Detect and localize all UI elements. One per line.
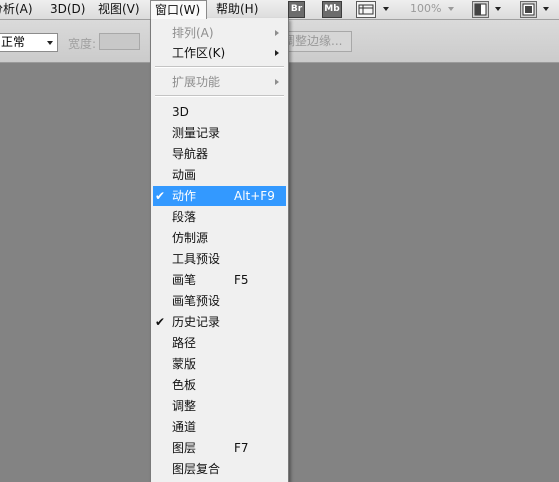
menu-window[interactable]: 窗口(W): [150, 0, 207, 19]
menu-item-label: 测量记录: [172, 126, 221, 140]
menu-item-panel[interactable]: 图层 F7: [153, 438, 286, 458]
menu-3d[interactable]: 3D(D): [50, 0, 85, 19]
checkmark-icon: ✔: [155, 189, 166, 203]
menu-item-label: 调整: [172, 399, 197, 413]
menu-item-panel[interactable]: ✔ 动作 Alt+F9: [153, 186, 286, 206]
menu-item-panel[interactable]: 蒙版: [153, 354, 286, 374]
menu-item-label: 画笔预设: [172, 294, 221, 308]
arrange-documents-button[interactable]: [472, 1, 489, 18]
menu-item-panel[interactable]: 段落: [153, 207, 286, 227]
menu-item-workspace[interactable]: 工作区(K): [153, 43, 286, 63]
menu-separator: [155, 95, 284, 97]
menu-item-extensions[interactable]: 扩展功能: [153, 72, 286, 92]
menu-item-label: 仿制源: [172, 231, 209, 245]
menu-item-shortcut: F5: [234, 273, 249, 287]
bridge-button[interactable]: Br: [288, 1, 305, 18]
menu-item-panel[interactable]: 仿制源: [153, 228, 286, 248]
menu-view[interactable]: 视图(V): [98, 0, 140, 19]
submenu-arrow-icon: [275, 30, 279, 36]
menu-item-panel[interactable]: 通道: [153, 417, 286, 437]
style-select[interactable]: 正常: [0, 33, 58, 52]
menu-item-panel[interactable]: 图层复合: [153, 459, 286, 479]
chevron-down-icon: [47, 41, 53, 45]
submenu-arrow-icon: [275, 79, 279, 85]
menu-item-label: 3D: [172, 105, 189, 119]
menu-item-panel[interactable]: ✔ 历史记录: [153, 312, 286, 332]
menu-item-label: 工具预设: [172, 252, 221, 266]
window-menu: 排列(A) 工作区(K) 扩展功能 3D 测量记录导航器动画 ✔ 动作 Alt+F9 段落…: [150, 18, 289, 482]
menu-item-panel[interactable]: 工具预设: [153, 249, 286, 269]
menu-item-panel[interactable]: 测量记录: [153, 123, 286, 143]
menu-item-shortcut: Alt+F9: [234, 189, 275, 203]
extras-dropdown-icon[interactable]: [383, 7, 389, 11]
menu-item-label: 图层复合: [172, 462, 221, 476]
menu-item-label: 导航器: [172, 147, 209, 161]
menu-separator: [155, 66, 284, 68]
screen-mode-icon: [522, 3, 535, 16]
checkmark-icon: ✔: [155, 315, 166, 329]
style-select-value: 正常: [1, 35, 26, 49]
menu-item-panel[interactable]: 画笔预设: [153, 291, 286, 311]
minibridge-button[interactable]: Mb: [322, 1, 342, 18]
menu-item-panel[interactable]: 导航器: [153, 144, 286, 164]
zoom-dropdown-icon[interactable]: [448, 7, 454, 11]
menu-item-label: 排列(A): [172, 26, 214, 40]
menu-item-label: 图层: [172, 441, 197, 455]
screen-mode-button[interactable]: [520, 1, 537, 18]
menu-item-label: 动作: [172, 189, 197, 203]
screen-mode-dropdown-icon[interactable]: [543, 7, 549, 11]
arrange-dropdown-icon[interactable]: [495, 7, 501, 11]
menu-item-label: 历史记录: [172, 315, 221, 329]
menu-analysis[interactable]: 分析(A): [0, 0, 33, 19]
width-input[interactable]: [99, 33, 140, 50]
menu-item-panel[interactable]: 画笔 F5: [153, 270, 286, 290]
menu-item-panel[interactable]: 路径: [153, 333, 286, 353]
menu-bar: 分析(A) 3D(D) 视图(V) 窗口(W) 帮助(H) Br Mb 100%: [0, 0, 559, 20]
menu-item-shortcut: F7: [234, 441, 249, 455]
arrange-icon: [474, 3, 487, 16]
menu-item-label: 画笔: [172, 273, 197, 287]
menu-item-label: 动画: [172, 168, 197, 182]
menu-item-label: 扩展功能: [172, 75, 221, 89]
menu-item-arrange[interactable]: 排列(A): [153, 23, 286, 43]
menu-item-panel[interactable]: 调整: [153, 396, 286, 416]
menu-item-panel[interactable]: 动画: [153, 165, 286, 185]
menu-item-label: 工作区(K): [172, 46, 226, 60]
menu-item-label: 段落: [172, 210, 197, 224]
extras-icon[interactable]: [356, 1, 376, 18]
menu-item-label: 色板: [172, 378, 197, 392]
grid-icon: [358, 4, 374, 15]
width-label: 宽度:: [68, 37, 97, 51]
menu-item-panel[interactable]: 3D: [153, 102, 286, 122]
menu-item-label: 路径: [172, 336, 197, 350]
submenu-arrow-icon: [275, 50, 279, 56]
menu-item-label: 通道: [172, 420, 197, 434]
zoom-level[interactable]: 100%: [410, 0, 441, 19]
menu-item-label: 蒙版: [172, 357, 197, 371]
menu-item-panel[interactable]: 色板: [153, 375, 286, 395]
menu-help[interactable]: 帮助(H): [216, 0, 258, 19]
